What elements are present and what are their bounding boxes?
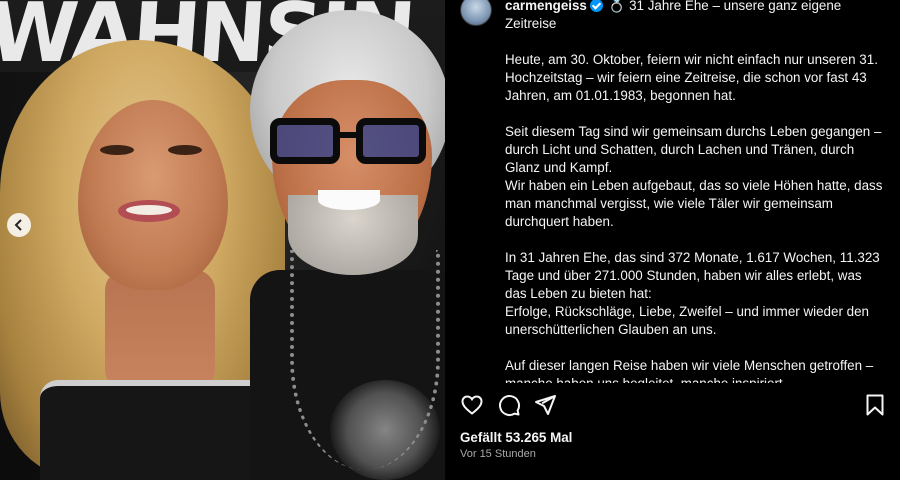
avatar[interactable] [460, 0, 492, 26]
post-photo[interactable]: WAHNSIN ★ ★ ★ [0, 0, 445, 480]
username-link[interactable]: carmengeiss [505, 0, 587, 13]
necklace [290, 250, 440, 470]
caption-line: Wir haben ein Leben aufgebaut, das so vi… [505, 178, 883, 229]
caption-body: Heute, am 30. Oktober, feiern wir nicht … [505, 51, 885, 383]
verified-badge-icon [589, 0, 603, 12]
woman-eye [100, 145, 134, 155]
comment-icon[interactable] [497, 393, 521, 417]
likes-count[interactable]: Gefällt 53.265 Mal [460, 430, 572, 445]
caption-line: Auf dieser langen Reise haben wir viele … [505, 358, 874, 383]
post-caption: carmengeiss 💍 31 Jahre Ehe – unsere ganz e… [505, 0, 885, 383]
chevron-left-icon [14, 219, 22, 231]
ring-icon: 💍 [608, 0, 626, 13]
glasses-lens [270, 118, 340, 164]
caption-paragraph: Heute, am 30. Oktober, feiern wir nicht … [505, 51, 885, 105]
caption-line: Erfolge, Rückschläge, Liebe, Zweifel – u… [505, 304, 869, 337]
caption-paragraph: Auf dieser langen Reise haben wir viele … [505, 357, 885, 383]
man-smile [318, 190, 380, 210]
post-panel: carmengeiss 💍 31 Jahre Ehe – unsere ganz e… [445, 0, 900, 480]
glasses [270, 118, 430, 168]
woman-eye [168, 145, 202, 155]
post-timestamp[interactable]: Vor 15 Stunden [460, 448, 536, 460]
carousel-previous-button[interactable] [7, 213, 31, 237]
heart-icon[interactable] [460, 393, 484, 417]
woman-dress [40, 380, 270, 480]
share-icon[interactable] [533, 393, 557, 417]
woman-teeth [126, 205, 172, 215]
caption-line: Seit diesem Tag sind wir gemeinsam durch… [505, 124, 882, 175]
glasses-lens [356, 118, 426, 164]
caption-scroll-area[interactable]: carmengeiss 💍 31 Jahre Ehe – unsere ganz e… [445, 0, 900, 383]
caption-line: Heute, am 30. Oktober, feiern wir nicht … [505, 52, 878, 103]
caption-paragraph: In 31 Jahren Ehe, das sind 372 Monate, 1… [505, 249, 885, 339]
caption-header: carmengeiss 💍 31 Jahre Ehe – unsere ganz e… [505, 0, 885, 33]
bookmark-icon[interactable] [863, 393, 887, 417]
caption-paragraph: Seit diesem Tag sind wir gemeinsam durch… [505, 123, 885, 231]
action-bar: Gefällt 53.265 Mal Vor 15 Stunden [445, 383, 900, 480]
caption-line: In 31 Jahren Ehe, das sind 372 Monate, 1… [505, 250, 880, 301]
